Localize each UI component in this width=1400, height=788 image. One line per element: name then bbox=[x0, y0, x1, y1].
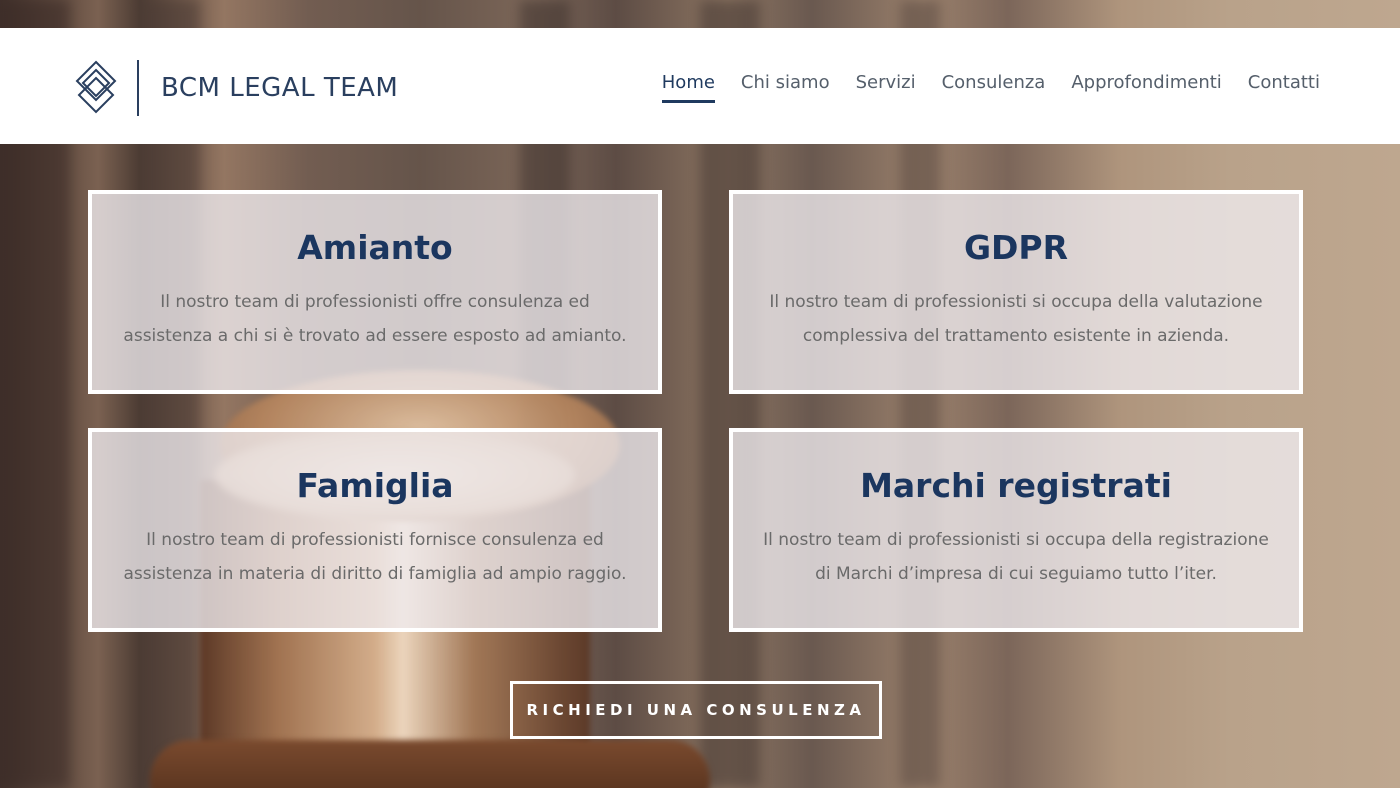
request-consultation-button[interactable]: RICHIEDI UNA CONSULENZA bbox=[510, 681, 882, 739]
service-card-marchi-registrati[interactable]: Marchi registrati Il nostro team di prof… bbox=[729, 428, 1303, 632]
service-description: Il nostro team di professionisti fornisc… bbox=[92, 523, 658, 591]
service-title: Marchi registrati bbox=[860, 466, 1172, 505]
main-nav: Home Chi siamo Servizi Consulenza Approf… bbox=[661, 72, 1320, 103]
service-card-gdpr[interactable]: GDPR Il nostro team di professionisti si… bbox=[729, 190, 1303, 394]
nav-item-home[interactable]: Home bbox=[661, 72, 716, 103]
service-description-line: di Marchi d’impresa di cui seguiamo tutt… bbox=[815, 564, 1217, 584]
service-card-amianto[interactable]: Amianto Il nostro team di professionisti… bbox=[88, 190, 662, 394]
logo-divider bbox=[137, 60, 139, 116]
site-header: BCM LEGAL TEAM Home Chi siamo Servizi Co… bbox=[0, 28, 1400, 144]
service-description: Il nostro team di professionisti offre c… bbox=[92, 285, 658, 353]
service-description-line: Il nostro team di professionisti si occu… bbox=[769, 292, 1263, 312]
service-title: Famiglia bbox=[296, 466, 454, 505]
nav-item-servizi[interactable]: Servizi bbox=[856, 72, 916, 101]
service-title: GDPR bbox=[963, 228, 1069, 267]
service-description-line: assistenza in materia di diritto di fami… bbox=[123, 564, 627, 584]
service-description-line: assistenza a chi si è trovato ad essere … bbox=[123, 326, 627, 346]
service-description: Il nostro team di professionisti si occu… bbox=[733, 523, 1299, 591]
brand-name: BCM LEGAL TEAM bbox=[161, 73, 399, 103]
service-description: Il nostro team di professionisti si occu… bbox=[733, 285, 1299, 353]
nav-item-consulenza[interactable]: Consulenza bbox=[942, 72, 1046, 101]
diamond-logo-icon bbox=[75, 60, 117, 114]
nav-item-chi-siamo[interactable]: Chi siamo bbox=[741, 72, 830, 101]
nav-item-approfondimenti[interactable]: Approfondimenti bbox=[1071, 72, 1221, 101]
service-description-line: Il nostro team di professionisti fornisc… bbox=[146, 530, 604, 550]
service-description-line: complessiva del trattamento esistente in… bbox=[802, 326, 1230, 346]
service-description-line: Il nostro team di professionisti offre c… bbox=[160, 292, 590, 312]
service-title: Amianto bbox=[297, 228, 453, 267]
brand-logo[interactable]: BCM LEGAL TEAM bbox=[74, 60, 398, 116]
service-card-famiglia[interactable]: Famiglia Il nostro team di professionist… bbox=[88, 428, 662, 632]
nav-item-contatti[interactable]: Contatti bbox=[1248, 72, 1320, 101]
service-description-line: Il nostro team di professionisti si occu… bbox=[763, 530, 1269, 550]
